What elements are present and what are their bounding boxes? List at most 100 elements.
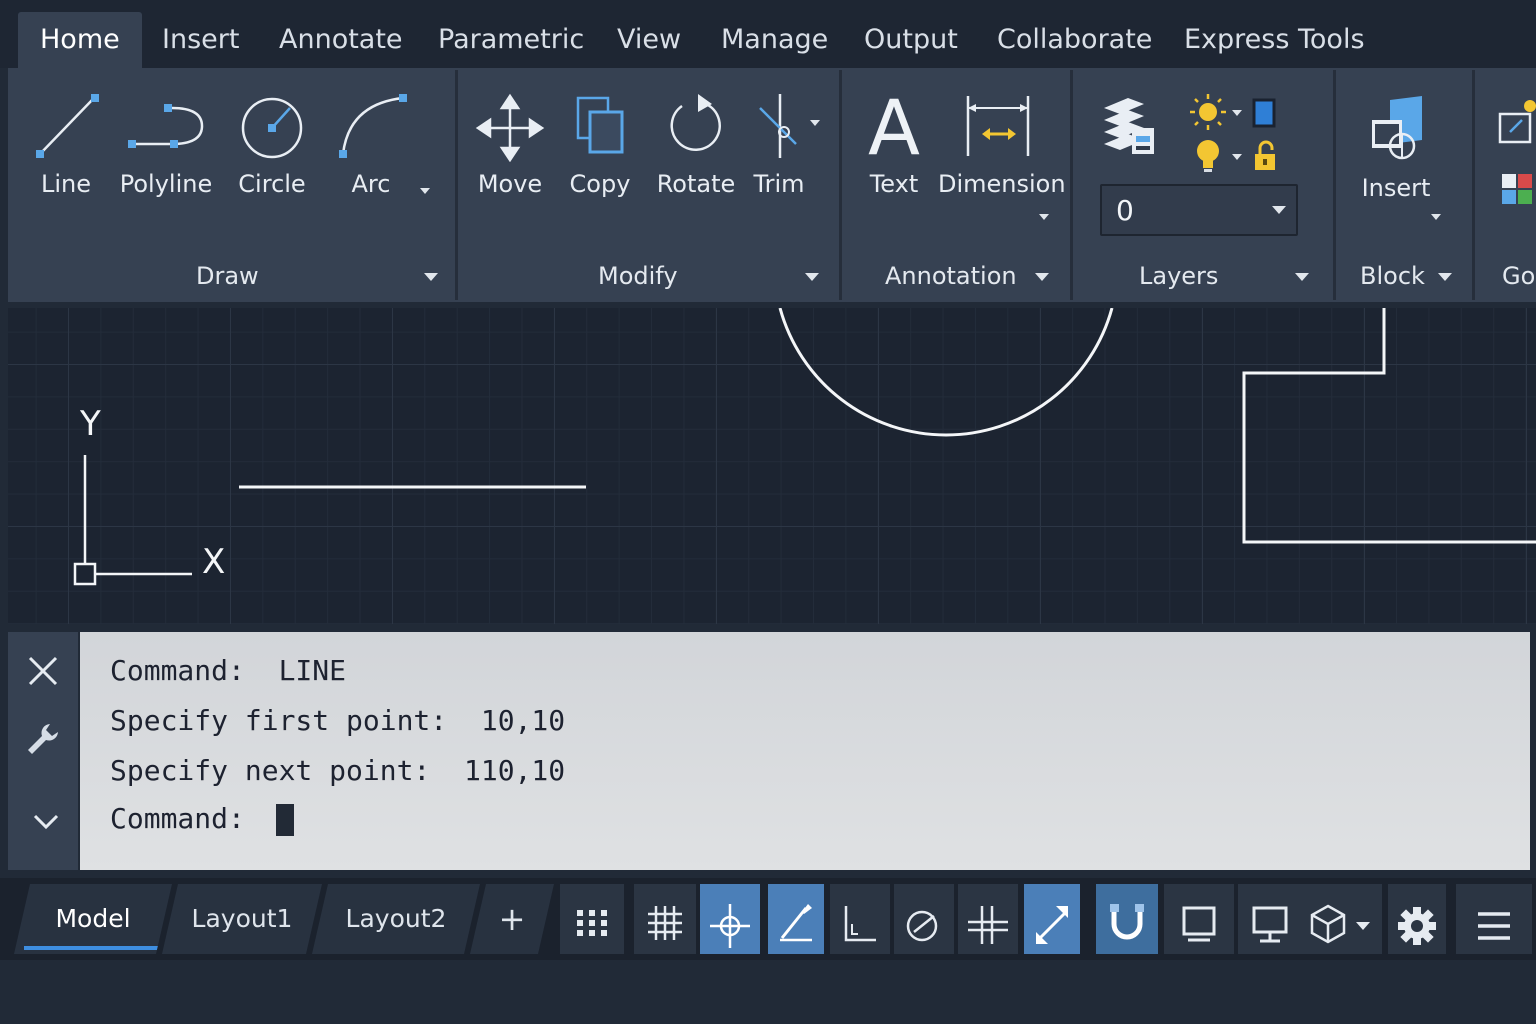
text-cursor — [276, 804, 294, 836]
dimension-dropdown-chevron-icon[interactable] — [1039, 214, 1049, 220]
panel-separator — [1070, 70, 1073, 300]
group-edit-button[interactable] — [1500, 172, 1536, 212]
ribbon-tab-bar: Home Insert Annotate Parametric View Man… — [0, 0, 1536, 68]
add-layout-button[interactable]: + — [470, 884, 554, 954]
layers-panel-title[interactable]: Layers — [1139, 262, 1218, 290]
arc-dropdown-chevron-icon[interactable] — [420, 188, 430, 194]
arc-tool-button[interactable]: Arc — [330, 88, 412, 198]
trim-dropdown-chevron-icon[interactable] — [810, 120, 820, 126]
polyline-icon — [128, 104, 204, 148]
modify-panel-title[interactable]: Modify — [598, 262, 678, 290]
command-line-toolbar — [8, 632, 78, 870]
workspace-display-group[interactable] — [1238, 884, 1382, 954]
drawn-polyline[interactable] — [1242, 308, 1536, 544]
drawing-canvas[interactable]: Y X — [8, 308, 1536, 624]
line-tool-button[interactable]: Line — [30, 88, 102, 198]
move-tool-label: Move — [477, 170, 543, 198]
tab-model[interactable]: Model — [14, 884, 172, 954]
arc-icon — [339, 94, 407, 158]
rotate-tool-label: Rotate — [656, 170, 736, 198]
polyline-tool-button[interactable]: Polyline — [116, 88, 216, 198]
polar-angle-icon — [780, 904, 812, 942]
groups-panel-title[interactable]: Go — [1502, 262, 1535, 290]
grid-display-button[interactable] — [634, 884, 696, 954]
layer-on-toggle[interactable] — [1188, 94, 1228, 134]
tab-layout2[interactable]: Layout2 — [312, 884, 480, 954]
text-a-icon: A — [868, 88, 920, 162]
tab-view[interactable]: View — [595, 12, 703, 68]
polyline-tool-label: Polyline — [119, 170, 213, 198]
customize-command-line-button[interactable] — [24, 720, 62, 762]
chevron-down-icon — [33, 814, 59, 830]
tab-insert[interactable]: Insert — [140, 12, 261, 68]
dimension-tool-button[interactable]: Dimension — [938, 88, 1066, 198]
tab-express-tools[interactable]: Express Tools — [1162, 12, 1387, 68]
block-panel-title[interactable]: Block — [1360, 262, 1425, 290]
move-tool-button[interactable]: Move — [474, 88, 546, 198]
ortho-mode-button[interactable] — [830, 884, 890, 954]
isometric-icon — [906, 910, 938, 942]
selection-cycling-button[interactable] — [1096, 884, 1158, 954]
snap-mode-button[interactable] — [560, 884, 624, 954]
customization-menu-button[interactable] — [1456, 884, 1532, 954]
draw-panel-title[interactable]: Draw — [196, 262, 259, 290]
ucs-y-label: Y — [80, 404, 101, 444]
tab-manage[interactable]: Manage — [699, 12, 850, 68]
color-swatch-icon — [1252, 98, 1276, 128]
tab-output[interactable]: Output — [842, 12, 980, 68]
copy-tool-button[interactable]: Copy — [564, 88, 636, 198]
command-history[interactable]: Command: LINE Specify first point: 10,10… — [80, 632, 1530, 870]
rotate-tool-button[interactable]: Rotate — [656, 88, 736, 198]
active-tab-indicator — [24, 946, 158, 950]
text-tool-button[interactable]: A Text — [860, 88, 928, 198]
command-history-line: Specify first point: 10,10 — [110, 704, 566, 737]
insert-block-button[interactable]: Insert — [1354, 92, 1438, 202]
annotation-panel-chevron-icon[interactable] — [1035, 273, 1049, 281]
layer-state-chevron-icon[interactable] — [1232, 110, 1242, 116]
insert-dropdown-chevron-icon[interactable] — [1431, 214, 1441, 220]
monitor-icon — [1182, 906, 1216, 942]
tab-parametric[interactable]: Parametric — [416, 12, 606, 68]
annotation-panel-title[interactable]: Annotation — [885, 262, 1017, 290]
layer-color-swatch[interactable] — [1252, 98, 1276, 132]
tab-collaborate[interactable]: Collaborate — [975, 12, 1174, 68]
settings-button[interactable] — [1388, 884, 1446, 954]
layer-bulb-chevron-icon[interactable] — [1232, 154, 1242, 160]
drawing-geometry — [73, 308, 1536, 586]
command-history-toggle[interactable] — [32, 812, 60, 836]
annotation-monitor-button[interactable] — [1164, 884, 1234, 954]
draw-panel-chevron-icon[interactable] — [424, 273, 438, 281]
circle-tool-button[interactable]: Circle — [232, 88, 312, 198]
panel-separator — [455, 70, 458, 300]
modify-panel-chevron-icon[interactable] — [805, 273, 819, 281]
trim-tool-button[interactable]: Trim — [748, 88, 810, 198]
unlock-icon — [1255, 140, 1275, 170]
block-panel-chevron-icon[interactable] — [1438, 273, 1452, 281]
command-prompt[interactable]: Command: — [110, 802, 262, 835]
trim-tool-label: Trim — [753, 170, 805, 198]
layer-freeze-toggle[interactable] — [1194, 138, 1222, 178]
layer-lock-toggle[interactable] — [1252, 140, 1278, 176]
copy-tool-label: Copy — [569, 170, 631, 198]
layer-dropdown[interactable]: 0 — [1100, 184, 1298, 236]
tab-home[interactable]: Home — [18, 12, 142, 68]
group-button[interactable] — [1496, 98, 1536, 152]
snap-tracking-icon — [968, 906, 1008, 944]
ucs-icon — [73, 455, 192, 586]
polar-tracking-button[interactable] — [768, 884, 824, 954]
layers-panel-chevron-icon[interactable] — [1295, 273, 1309, 281]
close-command-line-button[interactable] — [26, 654, 60, 692]
snap-dots-icon — [577, 910, 607, 936]
tab-annotate[interactable]: Annotate — [257, 12, 425, 68]
grid-icon — [648, 906, 682, 940]
tab-model-label: Model — [55, 904, 131, 933]
sun-icon — [1190, 94, 1226, 130]
ortho-icon — [844, 906, 876, 942]
object-snap-tracking-button[interactable] — [958, 884, 1018, 954]
isometric-button[interactable] — [894, 884, 954, 954]
tab-layout1[interactable]: Layout1 — [162, 884, 322, 954]
lineweight-button[interactable] — [1024, 884, 1080, 954]
object-snap-button[interactable] — [700, 884, 760, 954]
layer-properties-button[interactable] — [1098, 94, 1160, 164]
drawn-arc[interactable] — [778, 308, 1114, 437]
